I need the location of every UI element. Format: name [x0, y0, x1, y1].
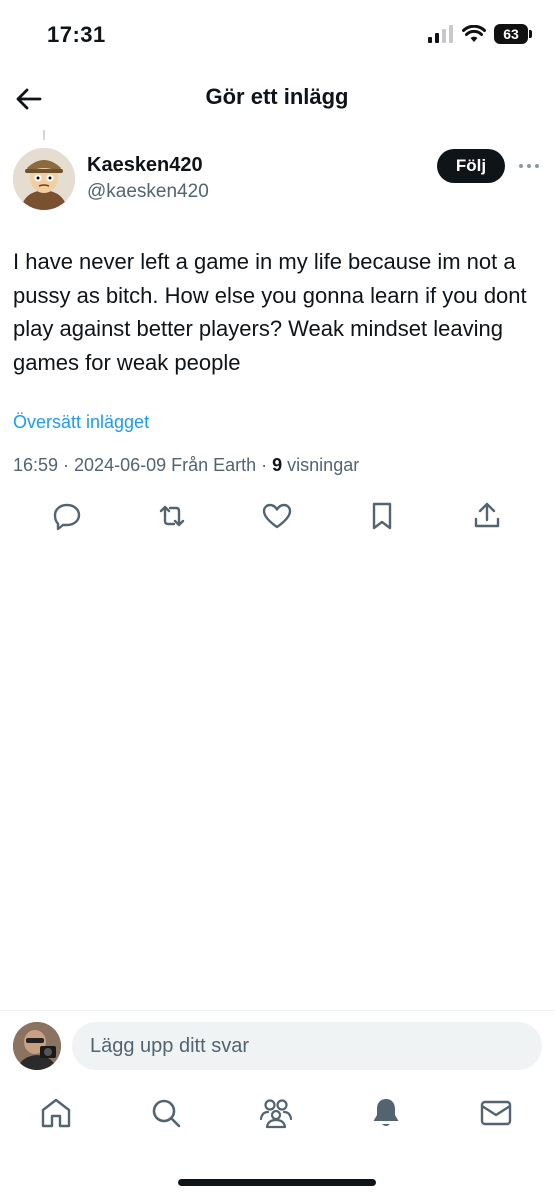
translate-post-link[interactable]: Översätt inlägget	[13, 412, 149, 433]
bookmark-icon	[372, 502, 392, 530]
avatar-image	[13, 1022, 61, 1070]
search-icon	[152, 1099, 181, 1128]
avatar-image	[13, 148, 75, 210]
battery-indicator: 63	[494, 24, 532, 44]
home-icon	[41, 1098, 71, 1128]
tab-messages[interactable]	[478, 1095, 514, 1131]
author-avatar[interactable]	[13, 148, 75, 210]
current-user-avatar[interactable]	[13, 1022, 61, 1070]
heart-icon	[262, 503, 292, 529]
reply-input[interactable]: Lägg upp ditt svar	[72, 1022, 542, 1070]
tab-home[interactable]	[38, 1095, 74, 1131]
tab-communities[interactable]	[258, 1095, 294, 1131]
author-name[interactable]: Kaesken420	[87, 154, 203, 177]
retweet-button[interactable]	[156, 500, 188, 532]
status-time: 17:31	[47, 22, 106, 47]
reply-bar-divider	[0, 1010, 554, 1011]
share-button[interactable]	[471, 500, 503, 532]
retweet-icon	[159, 505, 185, 527]
bookmark-button[interactable]	[366, 500, 398, 532]
post-timestamp-source: 16:59 · 2024-06-09 Från Earth ·	[13, 455, 273, 475]
bell-icon	[373, 1099, 399, 1126]
home-indicator	[178, 1179, 376, 1186]
bottom-tab-bar	[0, 1095, 554, 1139]
share-icon	[474, 502, 500, 528]
tab-notifications[interactable]	[368, 1095, 404, 1131]
reply-icon	[53, 503, 81, 531]
page-title: Gör ett inlägg	[205, 84, 349, 109]
more-dots-icon	[519, 164, 539, 168]
status-icons: 63	[428, 24, 532, 44]
tab-search[interactable]	[148, 1095, 184, 1131]
thread-line	[43, 130, 45, 140]
mail-icon	[480, 1100, 512, 1126]
cellular-signal-icon	[428, 25, 453, 43]
communities-icon	[259, 1099, 293, 1129]
views-label: visningar	[282, 455, 360, 475]
like-button[interactable]	[261, 500, 293, 532]
author-handle: @kaesken420	[87, 181, 209, 202]
follow-button[interactable]: Följ	[437, 149, 505, 183]
post-actions	[0, 500, 554, 534]
views-count: 9	[272, 455, 283, 475]
header: Gör ett inlägg	[0, 70, 554, 130]
wifi-icon	[462, 25, 486, 42]
more-options-button[interactable]	[517, 154, 541, 178]
post-meta: 16:59 · 2024-06-09 Från Earth · 9 visnin…	[13, 455, 359, 476]
status-bar: 17:31 63	[0, 0, 554, 70]
post-text: I have never left a game in my life beca…	[13, 249, 527, 375]
reply-button[interactable]	[51, 500, 83, 532]
